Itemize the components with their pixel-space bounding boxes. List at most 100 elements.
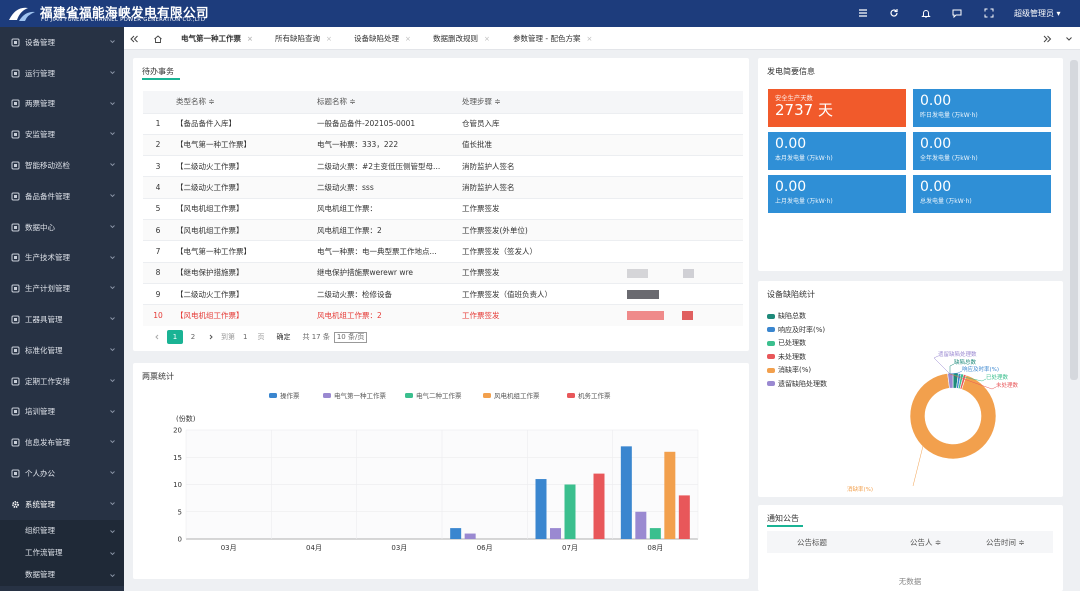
callout-label: 缺陷总数 xyxy=(954,358,977,366)
sidebar-item-plan[interactable]: 生产计划管理 xyxy=(0,273,124,304)
bar-1-3 xyxy=(464,533,476,539)
table-row[interactable]: 5 【风电机组工作票】 风电机组工作票： 工作票签发 xyxy=(143,197,743,220)
redacted-block xyxy=(682,311,693,321)
table-row[interactable]: 10 【风电机组工作票】 风电机组工作票：2 工作票签发 xyxy=(143,304,743,326)
row-step: 消防监护人签名 xyxy=(462,176,602,199)
notice-col-time[interactable]: 公告时间 ≑ xyxy=(986,537,1025,548)
row-title: 二级动火票：检修设备 xyxy=(317,282,462,305)
y-axis-label: (份数) xyxy=(176,414,196,423)
bar-2-5 xyxy=(649,528,661,539)
row-extra xyxy=(602,304,743,326)
row-extra xyxy=(602,282,743,305)
sidebar-item-spare-parts[interactable]: 备品备件管理 xyxy=(0,181,124,212)
sidebar-item-office[interactable]: 个人办公 xyxy=(0,458,124,489)
menu-lines-icon[interactable] xyxy=(856,6,870,20)
table-row[interactable]: 7 【电气第一种工作票】 电气一种票：电一典型票工作地点... 工作票签发（签发人） xyxy=(143,240,743,263)
page-scrollbar[interactable] xyxy=(1070,60,1078,380)
sidebar-item-technology[interactable]: 生产技术管理 xyxy=(0,243,124,274)
page-size-select[interactable]: 10 条/页 xyxy=(333,331,368,343)
sidebar-subitem[interactable]: 工作流管理 xyxy=(0,541,124,564)
home-tab-icon[interactable] xyxy=(148,27,168,50)
fullscreen-icon[interactable] xyxy=(982,6,996,20)
bar-4-5 xyxy=(678,495,690,539)
table-row[interactable]: 8 【继电保护措施票】 继电保护措施票werewr wre 工作票签发 xyxy=(143,261,743,284)
column-header-title[interactable]: 标题名称 ≑ xyxy=(317,91,462,113)
collapse-sidebar-icon[interactable] xyxy=(124,27,144,50)
legend-label: 风电机组工作票 xyxy=(494,391,540,400)
prev-page-icon[interactable] xyxy=(149,330,165,344)
tab-2[interactable]: 设备缺陷处理 × xyxy=(354,27,411,50)
company-logo-icon xyxy=(8,4,36,24)
sidebar-item-standard[interactable]: 标准化管理 xyxy=(0,335,124,366)
tab-options-chevron-icon[interactable] xyxy=(1059,27,1079,50)
tab-label: 数据删改规则 xyxy=(433,34,478,43)
notice-col-author[interactable]: 公告人 ≑ xyxy=(910,537,941,548)
legend-label: 机务工作票 xyxy=(578,391,611,400)
chevron-down-icon xyxy=(109,100,116,107)
user-menu[interactable]: 超级管理员 ▾ xyxy=(1014,8,1061,19)
page-1-button[interactable]: 1 xyxy=(167,330,183,344)
bell-icon[interactable] xyxy=(919,6,933,20)
notice-panel: 通知公告 公告标题 公告人 ≑ 公告时间 ≑ 无数据 xyxy=(758,505,1063,591)
row-step: 消防监护人签名 xyxy=(462,155,602,177)
tab-1[interactable]: 所有缺陷查询 × xyxy=(275,27,332,50)
sidebar-item-ticket[interactable]: 两票管理 xyxy=(0,89,124,120)
data-center-icon xyxy=(11,223,20,232)
tab-3[interactable]: 数据删改规则 × xyxy=(433,27,490,50)
refresh-icon[interactable] xyxy=(887,6,901,20)
notice-title: 通知公告 xyxy=(767,514,799,523)
sidebar-item-publish[interactable]: 信息发布管理 xyxy=(0,427,124,458)
sidebar-item-schedule[interactable]: 定期工作安排 xyxy=(0,366,124,397)
sidebar-subitem[interactable]: 组织管理 xyxy=(0,519,124,542)
close-tab-icon[interactable]: × xyxy=(586,35,592,43)
close-tab-icon[interactable]: × xyxy=(247,35,253,43)
table-row[interactable]: 1 【备品备件入库】 一般备品备件-202105-0001 仓管员入库 xyxy=(143,112,743,135)
close-tab-icon[interactable]: × xyxy=(484,35,490,43)
sidebar-item-data-center[interactable]: 数据中心 xyxy=(0,212,124,243)
column-header-step[interactable]: 处理步骤 ≑ xyxy=(462,91,602,113)
tab-0[interactable]: 电气第一种工作票 × xyxy=(181,27,253,50)
row-title: 电气一种票：333，222 xyxy=(317,133,462,156)
tab-4[interactable]: 参数管理 - 配色方案 × xyxy=(513,27,592,50)
legend-swatch xyxy=(567,393,575,398)
goto-page-input[interactable]: 1 xyxy=(243,333,247,341)
sidebar-item-training[interactable]: 培训管理 xyxy=(0,397,124,428)
sidebar-item-inspection[interactable]: 智能移动巡检 xyxy=(0,150,124,181)
sidebar-subitem-label: 工作流管理 xyxy=(25,548,63,558)
row-step: 值长批准 xyxy=(462,133,602,156)
bar-4-4 xyxy=(593,473,605,539)
row-index: 7 xyxy=(143,240,173,263)
page-unit-label: 页 xyxy=(257,333,265,341)
sidebar-item-equipment[interactable]: 设备管理 xyxy=(0,27,124,58)
row-index: 3 xyxy=(143,155,173,177)
notice-col-title[interactable]: 公告标题 xyxy=(797,537,827,548)
technology-icon xyxy=(11,253,20,262)
close-tab-icon[interactable]: × xyxy=(405,35,411,43)
chevron-down-icon xyxy=(109,346,116,353)
table-row[interactable]: 4 【二级动火工作票】 二级动火票：sss 消防监护人签名 xyxy=(143,176,743,199)
sidebar-item-gear[interactable]: 系统管理 xyxy=(0,489,124,520)
row-type: 【风电机组工作票】 xyxy=(173,218,317,241)
table-row[interactable]: 2 【电气第一种工作票】 电气一种票：333，222 值长批准 xyxy=(143,133,743,156)
row-extra xyxy=(602,112,743,135)
chevron-down-icon xyxy=(109,223,116,230)
chevron-down-icon xyxy=(109,469,116,476)
table-row[interactable]: 9 【二级动火工作票】 二级动火票：检修设备 工作票签发（值班负责人） xyxy=(143,282,743,305)
scroll-tabs-right-icon[interactable] xyxy=(1037,27,1057,50)
table-row[interactable]: 3 【二级动火工作票】 二级动火票：#2主变低压侧管型母... 消防监护人签名 xyxy=(143,155,743,177)
spare-parts-icon xyxy=(11,192,20,201)
sidebar-subitem[interactable]: 数据管理 xyxy=(0,563,124,586)
sidebar-item-operation[interactable]: 运行管理 xyxy=(0,58,124,89)
next-page-icon[interactable] xyxy=(203,330,219,344)
sidebar-item-safety[interactable]: 安监管理 xyxy=(0,119,124,150)
chat-icon[interactable] xyxy=(950,6,964,20)
column-header-type[interactable]: 类型名称 ≑ xyxy=(173,91,317,113)
goto-confirm-button[interactable]: 确定 xyxy=(276,332,290,342)
callout-label: 响应及时率(%) xyxy=(962,365,999,373)
sidebar-item-tools[interactable]: 工器具管理 xyxy=(0,304,124,335)
page-2-button[interactable]: 2 xyxy=(185,330,201,344)
stat-value: 0.00 xyxy=(920,179,952,195)
callout-label: 已处理数 xyxy=(986,373,1009,381)
close-tab-icon[interactable]: × xyxy=(326,35,332,43)
table-row[interactable]: 6 【风电机组工作票】 风电机组工作票：2 工作票签发(外单位) xyxy=(143,218,743,241)
